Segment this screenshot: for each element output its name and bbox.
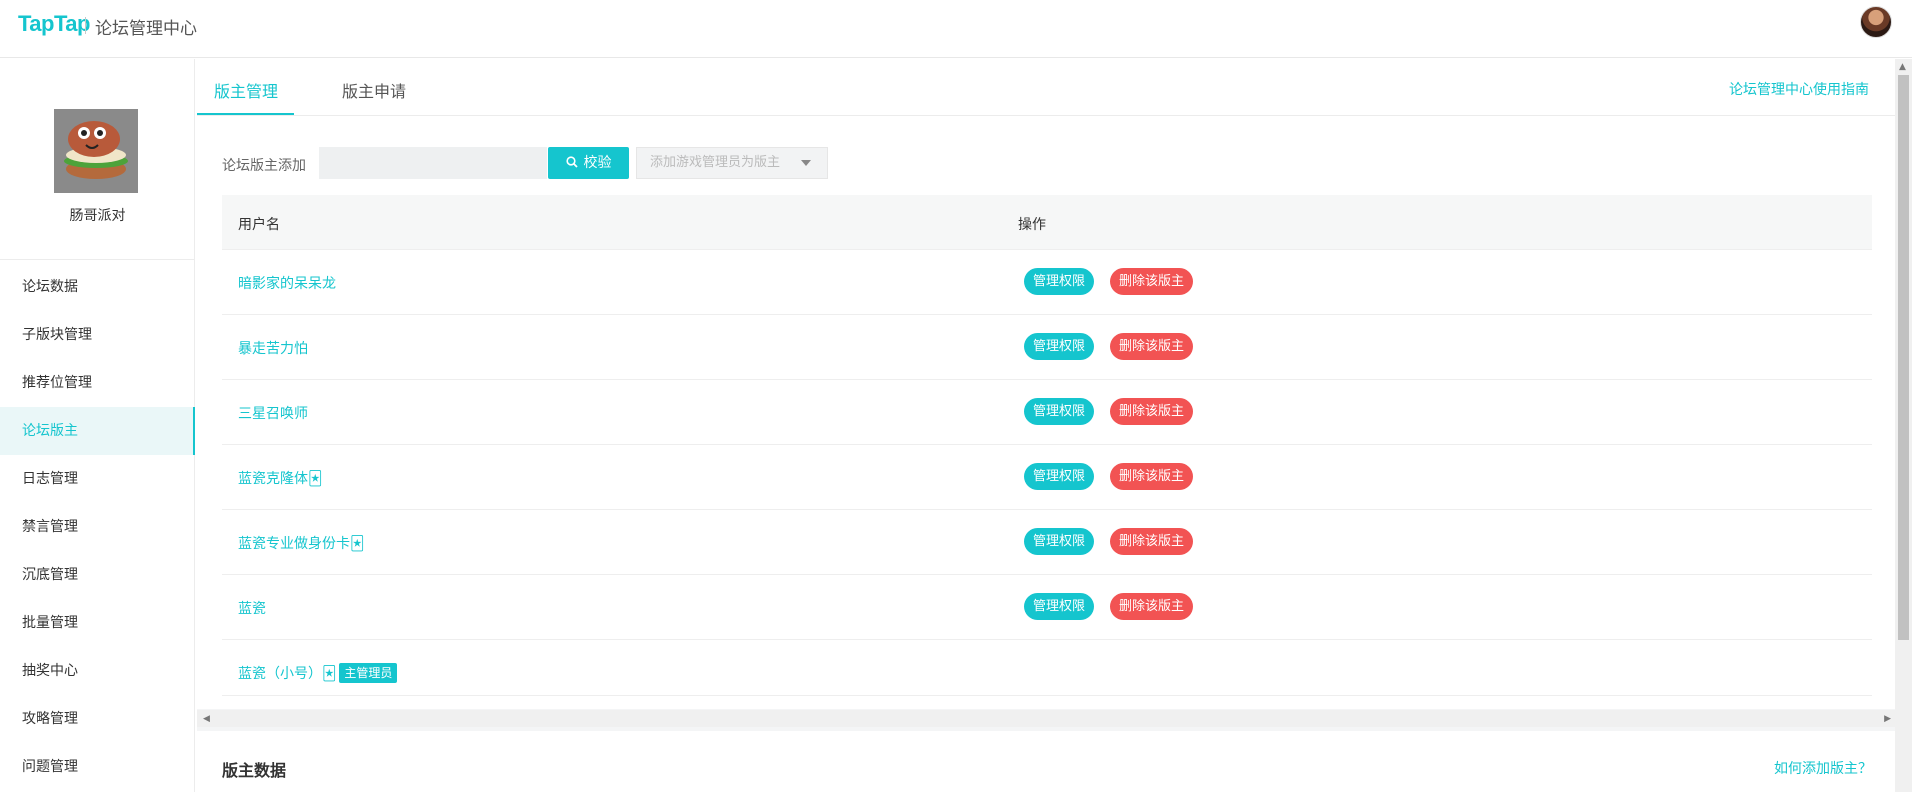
user-avatar[interactable]: [1860, 6, 1892, 38]
table-row: 暗影家的呆呆龙 管理权限 删除该版主: [222, 250, 1872, 315]
scrollbar-thumb[interactable]: [1898, 75, 1909, 640]
column-header-actions: 操作: [1018, 217, 1046, 233]
logo-divider: [85, 17, 86, 34]
tab-moderator-applications[interactable]: 版主申请: [342, 78, 406, 102]
username-link[interactable]: 暗影家的呆呆龙: [238, 273, 336, 293]
manage-permission-button[interactable]: 管理权限: [1024, 268, 1095, 295]
moderator-stats-panel: 版主数据 如何添加版主？: [197, 731, 1897, 792]
remove-moderator-button[interactable]: 删除该版主: [1110, 593, 1194, 620]
horizontal-scrollbar[interactable]: ◀ ▶: [197, 710, 1897, 727]
stats-title: 版主数据: [222, 761, 287, 780]
sidebar-item-moderators[interactable]: 论坛版主: [0, 407, 195, 455]
sidebar-nav: 论坛数据 子版块管理 推荐位管理 论坛版主 日志管理 禁言管理 沉底管理 批量管…: [0, 263, 195, 791]
add-moderator-label: 论坛版主添加: [222, 158, 306, 174]
username-link[interactable]: 暴走苦力怕: [238, 338, 308, 358]
sidebar-item-sink[interactable]: 沉底管理: [0, 551, 195, 599]
sidebar-item-logs[interactable]: 日志管理: [0, 455, 195, 503]
table-row: 三星召唤师 管理权限 删除该版主: [222, 380, 1872, 445]
username-link[interactable]: 蓝瓷: [238, 598, 266, 618]
how-to-add-moderator-link[interactable]: 如何添加版主？: [1774, 758, 1872, 778]
manage-permission-button[interactable]: 管理权限: [1024, 463, 1095, 490]
manage-permission-button[interactable]: 管理权限: [1024, 333, 1095, 360]
tab-moderator-management[interactable]: 版主管理: [214, 78, 278, 102]
game-admin-select[interactable]: 添加游戏管理员为版主: [636, 147, 828, 179]
usage-guide-link[interactable]: 论坛管理中心使用指南: [1729, 79, 1869, 99]
taptap-logo[interactable]: TapTap: [18, 11, 90, 37]
sidebar-divider: [0, 259, 195, 260]
manage-permission-button[interactable]: 管理权限: [1024, 528, 1095, 555]
sidebar-item-recommend[interactable]: 推荐位管理: [0, 359, 195, 407]
game-admin-select-placeholder: 添加游戏管理员为版主: [650, 155, 781, 170]
search-icon: [565, 156, 578, 168]
remove-moderator-button[interactable]: 删除该版主: [1110, 398, 1194, 425]
username-link[interactable]: 蓝瓷专业做身份卡🃏: [238, 533, 364, 553]
scroll-left-icon[interactable]: ◀: [203, 714, 210, 724]
table-row: 蓝瓷专业做身份卡🃏 管理权限 删除该版主: [222, 510, 1872, 575]
moderator-search-input[interactable]: [319, 147, 547, 179]
forum-avatar-image: [54, 109, 138, 193]
moderator-table: 用户名 操作 暗影家的呆呆龙 管理权限 删除该版主 暴走苦力怕 管理权限 删除该…: [222, 195, 1872, 696]
sidebar-item-forum-data[interactable]: 论坛数据: [0, 263, 195, 311]
sidebar-item-questions[interactable]: 问题管理: [0, 743, 195, 791]
sidebar-item-guides[interactable]: 攻略管理: [0, 695, 195, 743]
sidebar-item-mute[interactable]: 禁言管理: [0, 503, 195, 551]
table-row: 暴走苦力怕 管理权限 删除该版主: [222, 315, 1872, 380]
app-title: 论坛管理中心: [95, 19, 197, 39]
column-header-username: 用户名: [238, 217, 280, 233]
caret-down-icon: [801, 160, 811, 166]
manage-permission-button[interactable]: 管理权限: [1024, 593, 1095, 620]
remove-moderator-button[interactable]: 删除该版主: [1110, 528, 1194, 555]
main-content: 版主管理 版主申请 论坛管理中心使用指南 论坛版主添加 校验 添加游戏管理员为版…: [197, 59, 1897, 792]
chief-admin-badge: 主管理员: [339, 663, 398, 683]
scroll-up-icon[interactable]: ▲: [1899, 62, 1906, 72]
remove-moderator-button[interactable]: 删除该版主: [1110, 268, 1194, 295]
table-row: 蓝瓷 管理权限 删除该版主: [222, 575, 1872, 640]
moderator-panel: 版主管理 版主申请 论坛管理中心使用指南 论坛版主添加 校验 添加游戏管理员为版…: [197, 59, 1897, 709]
remove-moderator-button[interactable]: 删除该版主: [1110, 463, 1194, 490]
username-text: 蓝瓷（小号）🃏: [238, 666, 337, 682]
username-link[interactable]: 三星召唤师: [238, 403, 308, 423]
sidebar-item-batch[interactable]: 批量管理: [0, 599, 195, 647]
sidebar: 肠哥派对 论坛数据 子版块管理 推荐位管理 论坛版主 日志管理 禁言管理 沉底管…: [0, 59, 195, 792]
top-header: TapTap 论坛管理中心: [0, 0, 1912, 58]
vertical-scrollbar[interactable]: ▲: [1895, 59, 1912, 792]
scroll-right-icon[interactable]: ▶: [1884, 714, 1891, 724]
username-link[interactable]: 蓝瓷（小号）🃏 主管理员: [238, 663, 398, 683]
forum-name: 肠哥派对: [69, 208, 126, 224]
table-header: 用户名 操作: [222, 195, 1872, 250]
active-tab-indicator: [197, 113, 294, 115]
remove-moderator-button[interactable]: 删除该版主: [1110, 333, 1194, 360]
table-row: 蓝瓷克隆体🃏 管理权限 删除该版主: [222, 445, 1872, 510]
username-link[interactable]: 蓝瓷克隆体🃏: [238, 468, 322, 488]
tab-bar: 版主管理 版主申请 论坛管理中心使用指南: [197, 59, 1897, 116]
sidebar-item-subforum[interactable]: 子版块管理: [0, 311, 195, 359]
verify-button-label: 校验: [583, 155, 612, 171]
manage-permission-button[interactable]: 管理权限: [1024, 398, 1095, 425]
verify-button[interactable]: 校验: [548, 147, 629, 179]
sidebar-item-lottery[interactable]: 抽奖中心: [0, 647, 195, 695]
table-row: 蓝瓷（小号）🃏 主管理员: [222, 640, 1872, 696]
